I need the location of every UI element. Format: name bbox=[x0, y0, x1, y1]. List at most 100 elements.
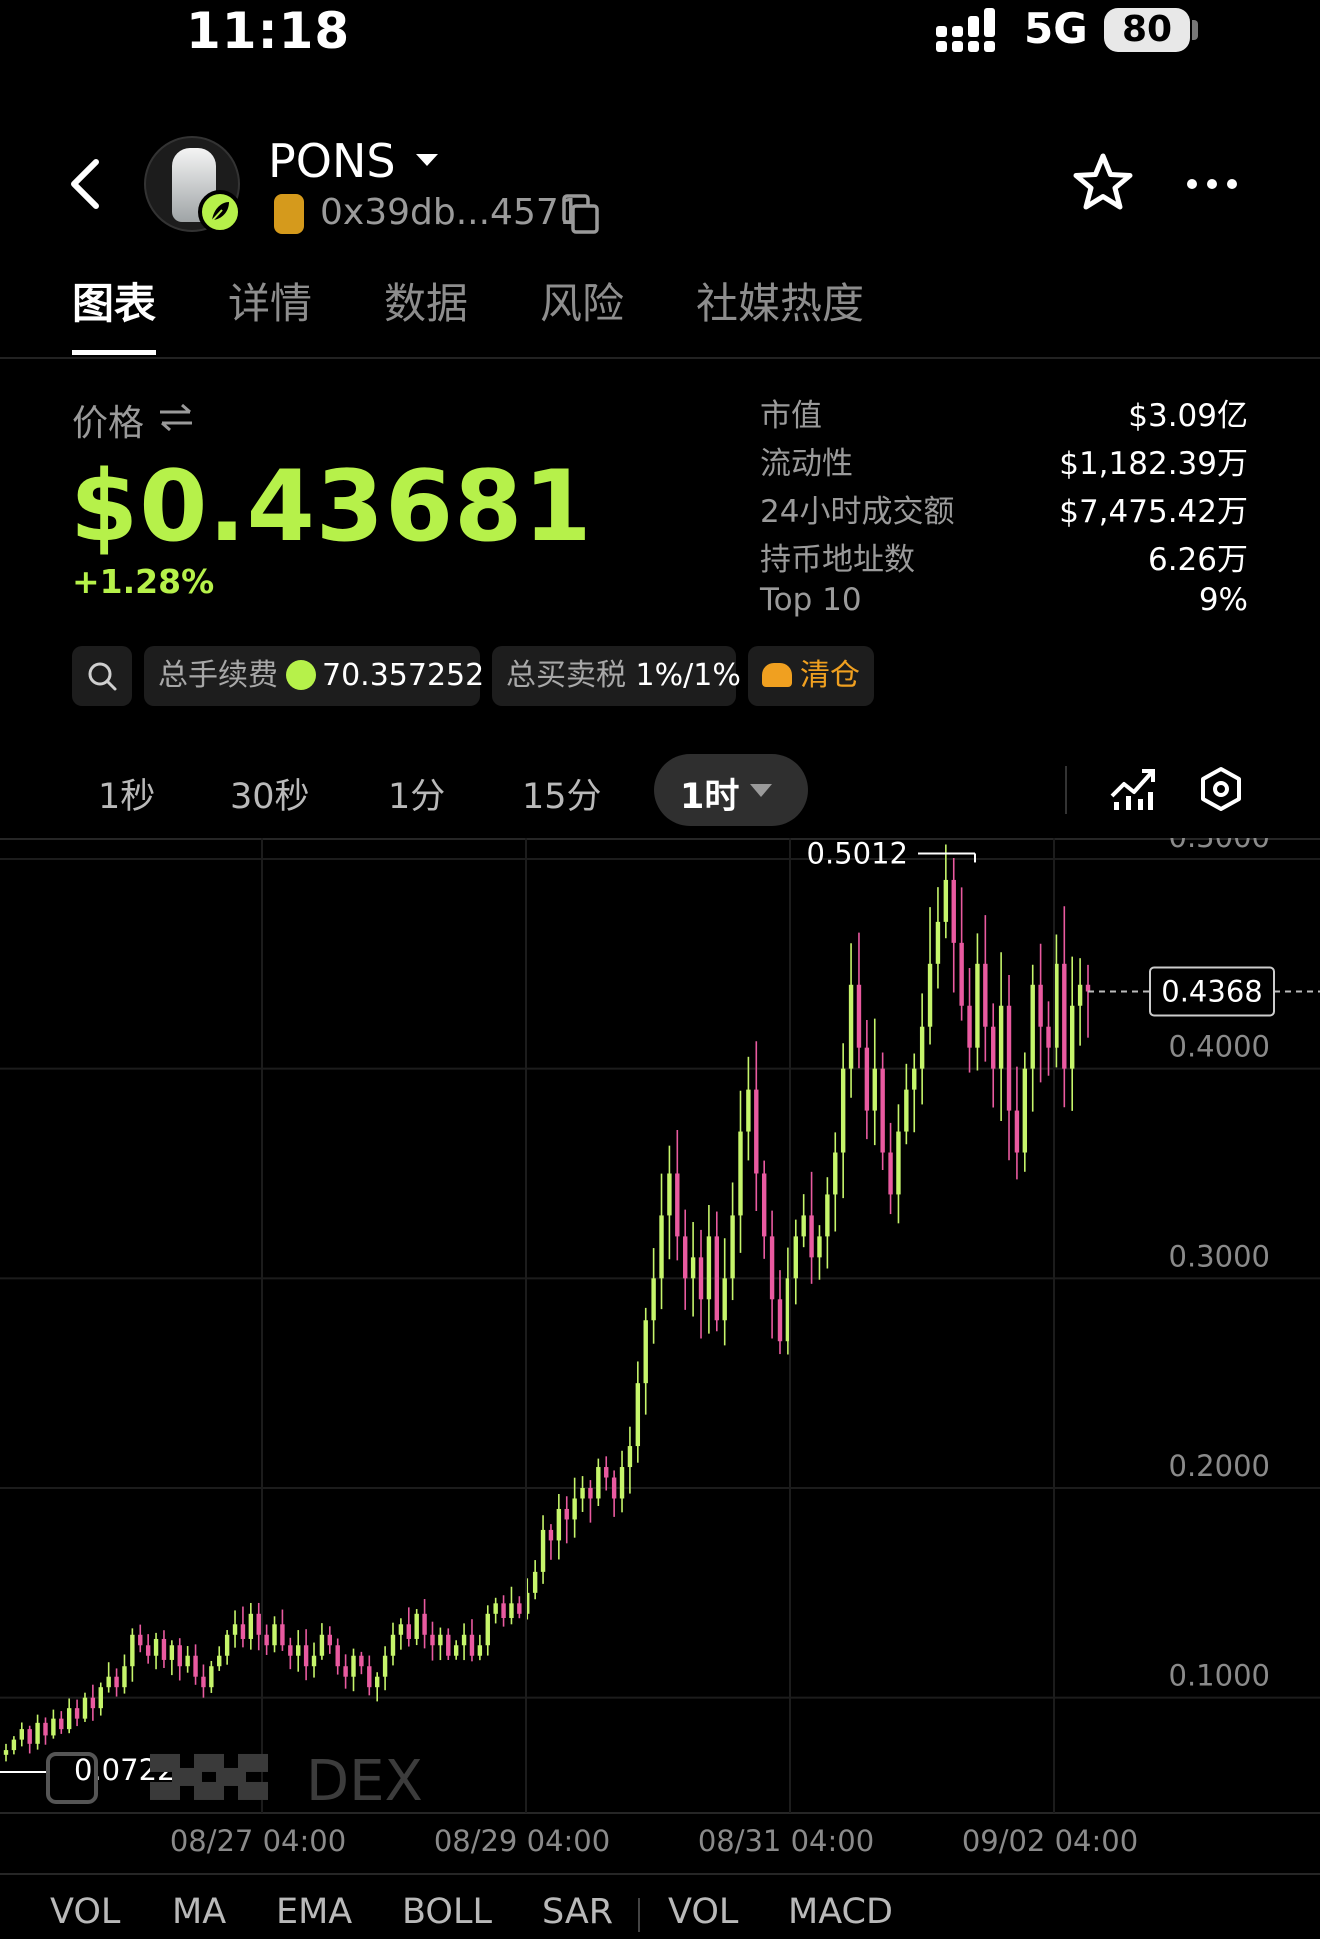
candle-body bbox=[833, 1152, 838, 1195]
candle-body bbox=[801, 1215, 806, 1237]
settings-icon[interactable] bbox=[1198, 766, 1244, 812]
candle-body bbox=[59, 1718, 64, 1730]
candle-body bbox=[224, 1634, 230, 1656]
candle-body bbox=[461, 1634, 467, 1646]
interval-1s[interactable]: 1秒 bbox=[98, 768, 155, 819]
candle-body bbox=[3, 1750, 9, 1755]
interval-15m[interactable]: 15分 bbox=[522, 768, 602, 819]
indicator-macd[interactable]: MACD bbox=[788, 1892, 893, 1932]
indicator-sar[interactable]: SAR bbox=[542, 1892, 613, 1932]
x-tick-label: 09/02 04:00 bbox=[962, 1824, 1138, 1858]
indicator-boll[interactable]: BOLL bbox=[402, 1892, 492, 1932]
candle-body bbox=[959, 942, 964, 1006]
indicator-ma[interactable]: MA bbox=[172, 1892, 226, 1932]
star-icon[interactable] bbox=[1072, 152, 1134, 214]
caret-down-icon[interactable] bbox=[416, 152, 438, 168]
candle-body bbox=[840, 1068, 846, 1153]
candle-body bbox=[169, 1645, 175, 1660]
tabs-divider bbox=[0, 357, 1320, 359]
candle-body bbox=[580, 1488, 585, 1499]
tab-data[interactable]: 数据 bbox=[384, 270, 468, 331]
stat-row-liquidity: 流动性 $1,182.39万 bbox=[760, 438, 1248, 486]
candle-body bbox=[690, 1257, 696, 1279]
candle-body bbox=[667, 1173, 672, 1216]
token-name[interactable]: PONS bbox=[268, 134, 396, 188]
interval-30s[interactable]: 30秒 bbox=[230, 768, 310, 819]
candle-body bbox=[683, 1236, 688, 1279]
stat-value: $1,182.39万 bbox=[1059, 446, 1248, 482]
interval-active-label: 1时 bbox=[680, 777, 740, 817]
candle-body bbox=[82, 1697, 88, 1719]
candle-body bbox=[951, 879, 956, 943]
back-arrow-icon[interactable] bbox=[66, 158, 106, 210]
stat-row-holders: 持币地址数 6.26万 bbox=[760, 534, 1248, 582]
fee-label: 总手续费 bbox=[158, 658, 278, 693]
candle-body bbox=[422, 1613, 427, 1635]
indicator-chart-icon[interactable] bbox=[1110, 766, 1156, 812]
candle-body bbox=[967, 1005, 972, 1048]
tab-chart[interactable]: 图表 bbox=[72, 270, 156, 331]
price-change: +1.28% bbox=[72, 562, 215, 601]
candle-body bbox=[485, 1613, 490, 1646]
y-tick-label: 0.2000 bbox=[1169, 1449, 1270, 1483]
tab-risk[interactable]: 风险 bbox=[540, 270, 624, 331]
active-tab-underline bbox=[72, 350, 156, 355]
candle-body bbox=[98, 1687, 103, 1709]
candle-body bbox=[509, 1603, 514, 1618]
tab-social[interactable]: 社媒热度 bbox=[696, 270, 864, 331]
indicator-vol[interactable]: VOL bbox=[50, 1892, 120, 1932]
candle-body bbox=[627, 1446, 633, 1468]
candle-body bbox=[659, 1215, 664, 1279]
candle-body bbox=[943, 879, 949, 922]
tab-details[interactable]: 详情 bbox=[228, 270, 312, 331]
candle-body bbox=[872, 1068, 877, 1111]
candle-body bbox=[651, 1278, 656, 1321]
interval-1m[interactable]: 1分 bbox=[388, 768, 445, 819]
status-bar: 11:18 5G 80 bbox=[0, 0, 1320, 70]
candle-body bbox=[572, 1498, 577, 1520]
candle-body bbox=[453, 1645, 459, 1656]
more-icon[interactable] bbox=[1186, 170, 1238, 198]
stat-row-volume: 24小时成交额 $7,475.42万 bbox=[760, 486, 1248, 534]
candle-body bbox=[161, 1638, 167, 1660]
leaf-coin-icon bbox=[286, 660, 316, 690]
candle-body bbox=[1038, 984, 1043, 1027]
candle-body bbox=[414, 1613, 419, 1639]
candle-body bbox=[1085, 984, 1091, 992]
copy-icon[interactable] bbox=[562, 194, 600, 234]
candle-body bbox=[596, 1467, 601, 1499]
stat-label: 流动性 bbox=[760, 446, 853, 482]
candle-body bbox=[675, 1173, 680, 1237]
candle-body bbox=[185, 1655, 190, 1667]
price-chart[interactable]: 0.5000 0.4000 0.3000 0.2000 0.1000 08/27 04:0… bbox=[0, 838, 1320, 1878]
clear-position-chip[interactable]: 清仓 bbox=[748, 646, 874, 706]
candle-body bbox=[548, 1529, 554, 1541]
stat-label: 持币地址数 bbox=[760, 542, 915, 578]
swap-icon[interactable] bbox=[158, 402, 194, 432]
candle-body bbox=[761, 1173, 767, 1237]
candle-body bbox=[848, 984, 854, 1069]
indicator-vol-sub[interactable]: VOL bbox=[668, 1892, 738, 1932]
candle-body bbox=[919, 1026, 925, 1069]
candle-body bbox=[769, 1236, 775, 1300]
y-tick-label: 0.3000 bbox=[1169, 1239, 1270, 1273]
battery-tip bbox=[1192, 20, 1198, 40]
candle-body bbox=[540, 1529, 546, 1572]
current-price-label: 0.4368 bbox=[1161, 974, 1262, 1008]
candle-body bbox=[588, 1488, 593, 1499]
candle-body bbox=[935, 921, 941, 964]
candle-body bbox=[145, 1645, 151, 1656]
toolbar-divider bbox=[1065, 766, 1067, 814]
candle-body bbox=[201, 1676, 206, 1688]
stat-label: 市值 bbox=[760, 398, 822, 434]
indicator-ema[interactable]: EMA bbox=[276, 1892, 352, 1932]
total-fee-chip[interactable]: 总手续费 70.357252 bbox=[144, 646, 484, 706]
candle-body bbox=[904, 1089, 909, 1132]
search-chip[interactable] bbox=[72, 646, 132, 706]
interval-1h-selected[interactable]: 1时 bbox=[654, 754, 808, 826]
tax-label: 总买卖税 bbox=[506, 658, 626, 693]
tax-chip[interactable]: 总买卖税 1%/1% bbox=[492, 646, 741, 706]
candle-body bbox=[991, 1026, 996, 1069]
watermark-text: DEX bbox=[306, 1749, 423, 1814]
candle-body bbox=[1014, 1110, 1020, 1153]
